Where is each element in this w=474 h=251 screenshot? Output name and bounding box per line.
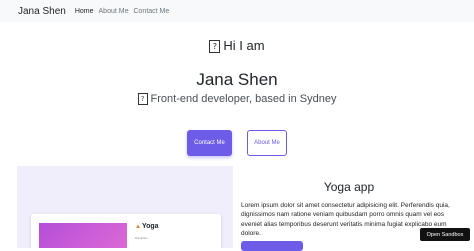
- hero-greeting: ? Hi I am: [0, 38, 474, 54]
- hero-name: Jana Shen: [196, 70, 278, 89]
- nav-link-home[interactable]: Home: [75, 8, 94, 15]
- project-button[interactable]: [241, 241, 303, 251]
- tagline-text: Front-end developer, based in Sydney: [150, 93, 337, 105]
- navbar: Jana Shen Home About Me Contact Me: [0, 0, 474, 22]
- flame-icon: ▲: [135, 224, 141, 230]
- nav-link-contact[interactable]: Contact Me: [133, 8, 169, 15]
- missing-emoji-icon: ?: [209, 40, 221, 54]
- preview-caption: Discipline: [135, 236, 148, 240]
- missing-emoji-icon: ?: [137, 93, 148, 106]
- preview-card: ▲Yoga Discipline: [31, 214, 221, 248]
- nav-link-about[interactable]: About Me: [99, 8, 129, 15]
- preview-title: ▲Yoga: [135, 223, 159, 230]
- greeting-text: Hi I am: [223, 38, 265, 53]
- open-sandbox-button[interactable]: Open Sandbox: [420, 228, 470, 241]
- project-title: Yoga app: [323, 180, 375, 194]
- about-me-button[interactable]: About Me: [247, 130, 287, 156]
- navbar-brand[interactable]: Jana Shen: [18, 6, 66, 17]
- project-preview[interactable]: ▲Yoga Discipline: [17, 166, 233, 248]
- contact-me-button[interactable]: Contact Me: [187, 130, 232, 156]
- hero-tagline: ? Front-end developer, based in Sydney: [0, 93, 474, 106]
- preview-title-text: Yoga: [141, 223, 159, 230]
- preview-image: [39, 223, 127, 248]
